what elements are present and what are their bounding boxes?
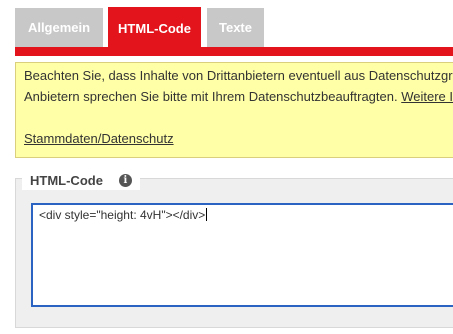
html-code-legend-label: HTML-Code — [30, 172, 103, 188]
html-code-value: <div style="height: 4vH"></div> — [39, 208, 206, 222]
text-caret — [206, 208, 208, 221]
notice-line-2-text: Anbietern sprechen Sie bitte mit Ihrem D… — [24, 89, 398, 104]
notice-spacer — [24, 107, 453, 128]
tab-html-code[interactable]: HTML-Code — [108, 7, 201, 49]
more-info-link[interactable]: Weitere I — [401, 89, 453, 104]
privacy-notice: Beachten Sie, dass Inhalte von Drittanbi… — [15, 62, 453, 158]
tab-allgemein[interactable]: Allgemein — [15, 8, 103, 47]
privacy-settings-link[interactable]: Stammdaten/Datenschutz — [24, 131, 174, 146]
notice-link-line: Stammdaten/Datenschutz — [24, 128, 453, 149]
tab-texte[interactable]: Texte — [207, 8, 264, 47]
html-code-legend: HTML-Code i — [22, 170, 140, 190]
notice-line-1: Beachten Sie, dass Inhalte von Drittanbi… — [24, 68, 453, 83]
tab-bar: Allgemein HTML-Code Texte — [0, 0, 453, 56]
info-icon[interactable]: i — [118, 173, 132, 187]
page-root: Allgemein HTML-Code Texte Beachten Sie, … — [0, 0, 453, 334]
notice-line-2: Anbietern sprechen Sie bitte mit Ihrem D… — [24, 86, 453, 107]
html-code-textarea[interactable]: <div style="height: 4vH"></div> — [31, 203, 453, 307]
tab-underline — [15, 47, 453, 56]
